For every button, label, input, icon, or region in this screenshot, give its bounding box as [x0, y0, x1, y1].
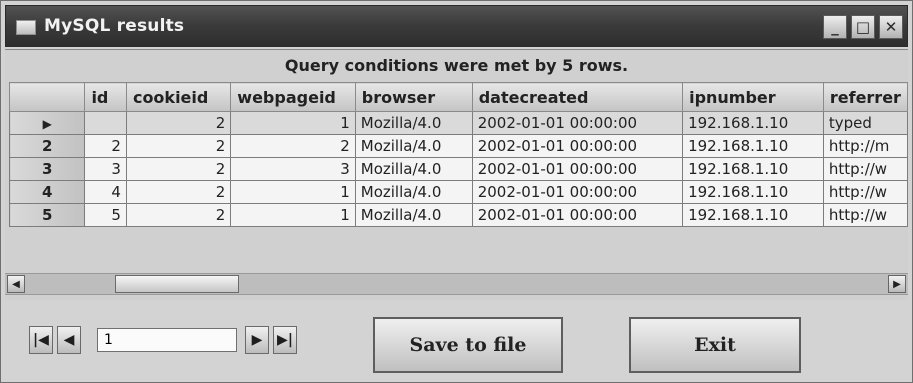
table-row[interactable]: 2 2 2 2 Mozilla/4.0 2002-01-01 00:00:00 …	[9, 134, 908, 158]
cell-webpageid[interactable]: 2	[230, 134, 356, 158]
column-header-ipnumber[interactable]: ipnumber	[682, 82, 824, 112]
row-header-cell[interactable]: 3	[9, 157, 86, 181]
window-title: MySQL results	[44, 16, 185, 36]
cell-webpageid[interactable]: 1	[230, 203, 356, 227]
cell-ipnumber[interactable]: 192.168.1.10	[682, 157, 824, 181]
row-header-cell[interactable]: 5	[9, 203, 86, 227]
current-row-pointer-icon: ▶	[42, 117, 52, 131]
cell-datecreated[interactable]: 2002-01-01 00:00:00	[471, 203, 684, 227]
cell-referrer[interactable]: typed	[822, 111, 908, 135]
next-record-button[interactable]: ▶	[245, 326, 269, 354]
cell-ipnumber[interactable]: 192.168.1.10	[682, 111, 824, 135]
close-button[interactable]: ✕	[879, 15, 903, 39]
grid-caption: Query conditions were met by 5 rows.	[284, 56, 629, 75]
cell-cookieid[interactable]: 2	[125, 111, 232, 135]
cell-cookieid[interactable]: 2	[125, 180, 232, 204]
cell-referrer[interactable]: http://w	[822, 180, 908, 204]
cell-datecreated[interactable]: 2002-01-01 00:00:00	[471, 157, 684, 181]
horizontal-scrollbar[interactable]: ◀ ▶	[5, 273, 908, 295]
cell-webpageid[interactable]: 1	[230, 180, 356, 204]
scrollbar-thumb[interactable]	[115, 275, 239, 293]
scroll-left-arrow-icon[interactable]: ◀	[7, 275, 25, 293]
column-header-datecreated[interactable]: datecreated	[471, 82, 684, 112]
cell-cookieid[interactable]: 2	[125, 134, 232, 158]
cell-browser[interactable]: Mozilla/4.0	[354, 134, 473, 158]
minimize-button[interactable]: _	[823, 15, 847, 39]
row-header-cell[interactable]: 4	[9, 180, 86, 204]
cell-browser[interactable]: Mozilla/4.0	[354, 203, 473, 227]
cell-browser[interactable]: Mozilla/4.0	[354, 157, 473, 181]
cell-id[interactable]: 3	[84, 157, 127, 181]
cell-referrer[interactable]: http://m	[822, 134, 908, 158]
column-header-id[interactable]: id	[84, 82, 127, 112]
cell-ipnumber[interactable]: 192.168.1.10	[682, 203, 824, 227]
column-header-cookieid[interactable]: cookieid	[125, 82, 232, 112]
cell-cookieid[interactable]: 2	[125, 157, 232, 181]
last-record-button[interactable]: ▶|	[273, 326, 297, 354]
cell-browser[interactable]: Mozilla/4.0	[354, 111, 473, 135]
results-grid-panel: Query conditions were met by 5 rows. id …	[5, 49, 908, 300]
cell-ipnumber[interactable]: 192.168.1.10	[682, 134, 824, 158]
results-table: id cookieid webpageid browser datecreate…	[9, 82, 908, 227]
row-header-cell[interactable]: ▶	[9, 111, 86, 135]
table-row[interactable]: 5 5 2 1 Mozilla/4.0 2002-01-01 00:00:00 …	[9, 203, 908, 227]
title-bar[interactable]: MySQL results _ □ ✕	[5, 5, 908, 47]
cell-browser[interactable]: Mozilla/4.0	[354, 180, 473, 204]
cell-id[interactable]: 5	[84, 203, 127, 227]
maximize-button[interactable]: □	[851, 15, 875, 39]
column-header-webpageid[interactable]: webpageid	[230, 82, 356, 112]
save-to-file-button[interactable]: Save to file	[373, 317, 563, 373]
column-header-referrer[interactable]: referrer	[822, 82, 908, 112]
cell-ipnumber[interactable]: 192.168.1.10	[682, 180, 824, 204]
cell-webpageid[interactable]: 1	[230, 111, 356, 135]
corner-header-cell[interactable]	[9, 82, 86, 112]
column-header-browser[interactable]: browser	[354, 82, 473, 112]
row-header-cell[interactable]: 2	[9, 134, 86, 158]
cell-referrer[interactable]: http://w	[822, 203, 908, 227]
cell-datecreated[interactable]: 2002-01-01 00:00:00	[471, 111, 684, 135]
cell-datecreated[interactable]: 2002-01-01 00:00:00	[471, 180, 684, 204]
first-record-button[interactable]: |◀	[29, 326, 53, 354]
results-window: MySQL results _ □ ✕ Query conditions wer…	[0, 0, 913, 383]
cell-cookieid[interactable]: 2	[125, 203, 232, 227]
exit-button[interactable]: Exit	[629, 317, 801, 373]
results-grid[interactable]: id cookieid webpageid browser datecreate…	[9, 82, 908, 288]
previous-record-button[interactable]: ◀	[57, 326, 81, 354]
header-row: id cookieid webpageid browser datecreate…	[9, 82, 908, 112]
cell-id[interactable]	[84, 111, 127, 135]
table-row[interactable]: ▶ 2 1 Mozilla/4.0 2002-01-01 00:00:00 19…	[9, 111, 908, 135]
record-number-input[interactable]: 1	[97, 328, 237, 352]
cell-webpageid[interactable]: 3	[230, 157, 356, 181]
table-row[interactable]: 4 4 2 1 Mozilla/4.0 2002-01-01 00:00:00 …	[9, 180, 908, 204]
cell-datecreated[interactable]: 2002-01-01 00:00:00	[471, 134, 684, 158]
cell-id[interactable]: 2	[84, 134, 127, 158]
cell-id[interactable]: 4	[84, 180, 127, 204]
table-row[interactable]: 3 3 2 3 Mozilla/4.0 2002-01-01 00:00:00 …	[9, 157, 908, 181]
scroll-right-arrow-icon[interactable]: ▶	[888, 275, 906, 293]
window-app-icon	[16, 20, 36, 35]
cell-referrer[interactable]: http://w	[822, 157, 908, 181]
